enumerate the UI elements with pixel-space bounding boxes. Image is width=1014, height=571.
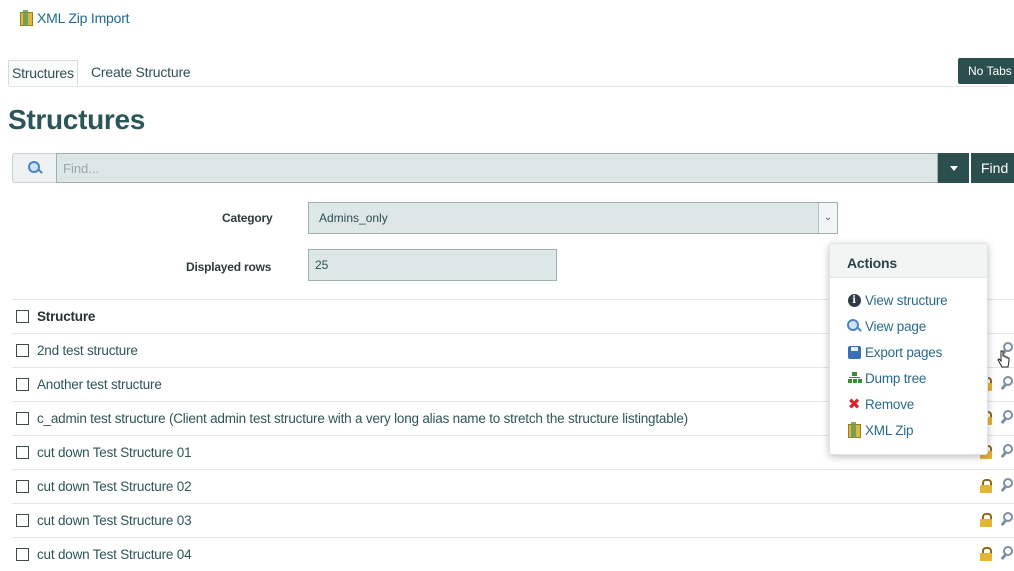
search-input[interactable]	[56, 153, 938, 183]
table-row: cut down Test Structure 04	[12, 537, 1014, 571]
chevron-down-icon: ⌄	[818, 203, 837, 233]
action-label: View page	[865, 318, 927, 334]
search-options-dropdown[interactable]	[938, 153, 969, 183]
zip-icon	[18, 10, 34, 26]
wrench-icon[interactable]	[998, 546, 1014, 562]
category-label: Category	[222, 211, 273, 225]
row-checkbox[interactable]	[16, 412, 29, 425]
action-dump-tree[interactable]: Dump tree	[846, 370, 926, 386]
hand-cursor-icon	[997, 350, 1010, 368]
remove-icon: ✖	[847, 395, 861, 413]
select-all-checkbox[interactable]	[16, 310, 29, 323]
structure-link[interactable]: Another test structure	[37, 377, 162, 392]
find-button[interactable]: Find	[970, 153, 1014, 183]
action-label: Remove	[865, 396, 915, 412]
xml-zip-import-link[interactable]: XML Zip Import	[18, 10, 130, 26]
structure-link[interactable]: cut down Test Structure 03	[37, 513, 192, 528]
action-view-structure[interactable]: i View structure	[846, 292, 948, 308]
action-view-page[interactable]: View page	[846, 318, 926, 334]
lock-icon[interactable]	[980, 513, 992, 527]
tab-create-structure[interactable]: Create Structure	[88, 60, 194, 84]
magnifier-icon	[847, 319, 862, 333]
wrench-icon[interactable]	[998, 478, 1014, 494]
action-label: View structure	[865, 292, 948, 308]
table-row: cut down Test Structure 03	[12, 503, 1014, 537]
structure-link[interactable]: c_admin test structure (Client admin tes…	[37, 411, 688, 426]
structure-link[interactable]: 2nd test structure	[37, 343, 138, 358]
actions-title: Actions	[830, 244, 987, 278]
no-tabs-button[interactable]: No Tabs	[958, 58, 1014, 84]
zip-icon	[846, 422, 862, 438]
structure-link[interactable]: cut down Test Structure 01	[37, 445, 192, 460]
actions-popup: Actions i View structure View page Expor…	[829, 243, 988, 455]
wrench-icon[interactable]	[998, 444, 1014, 460]
lock-icon[interactable]	[980, 547, 992, 561]
action-remove[interactable]: ✖ Remove	[846, 396, 914, 412]
tree-icon	[847, 371, 862, 385]
displayed-rows-label: Displayed rows	[186, 260, 272, 274]
wrench-icon[interactable]	[998, 512, 1014, 528]
displayed-rows-field[interactable]	[308, 249, 557, 281]
page-title: Structures	[8, 104, 146, 135]
search-button[interactable]	[12, 153, 56, 183]
structure-link[interactable]: cut down Test Structure 02	[37, 479, 192, 494]
wrench-icon[interactable]	[998, 410, 1014, 426]
category-select[interactable]: Admins_only ⌄	[308, 202, 838, 234]
row-checkbox[interactable]	[16, 344, 29, 357]
tab-bar: Structures Create Structure	[8, 60, 1008, 87]
caret-down-icon	[949, 165, 958, 171]
action-xml-zip[interactable]: XML Zip	[846, 422, 914, 438]
xml-zip-import-label: XML Zip Import	[37, 10, 130, 26]
row-checkbox[interactable]	[16, 446, 29, 459]
category-selected-value: Admins_only	[319, 211, 388, 225]
action-label: Dump tree	[865, 370, 927, 386]
info-icon: i	[847, 293, 861, 307]
row-checkbox[interactable]	[16, 514, 29, 527]
structure-link[interactable]: cut down Test Structure 04	[37, 547, 192, 562]
table-row: cut down Test Structure 02	[12, 469, 1014, 503]
row-checkbox[interactable]	[16, 548, 29, 561]
row-checkbox[interactable]	[16, 378, 29, 391]
action-label: XML Zip	[865, 422, 914, 438]
action-export-pages[interactable]: Export pages	[846, 344, 942, 360]
search-icon	[27, 161, 43, 175]
tab-structures[interactable]: Structures	[8, 60, 78, 85]
column-header-structure: Structure	[37, 309, 96, 324]
save-icon	[847, 345, 861, 359]
lock-icon[interactable]	[980, 479, 992, 493]
wrench-icon[interactable]	[998, 376, 1014, 392]
row-checkbox[interactable]	[16, 480, 29, 493]
action-label: Export pages	[865, 344, 943, 360]
